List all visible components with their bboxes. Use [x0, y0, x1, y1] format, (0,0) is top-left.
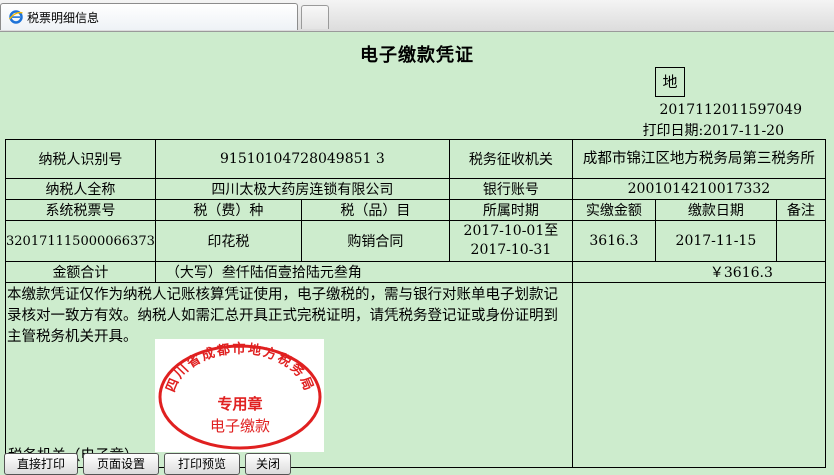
- page-title: 电子缴款凭证: [360, 45, 474, 66]
- region-mark: 地: [655, 67, 685, 97]
- header-pay-date: 缴款日期: [654, 199, 777, 221]
- header-ticket-no: 系统税票号: [5, 199, 156, 221]
- taxpayer-name-label: 纳税人全称: [5, 178, 156, 200]
- tab-tax-detail[interactable]: 税票明细信息: [0, 3, 298, 30]
- note-cell: 本缴款凭证仅作为纳税人记账核算凭证使用，电子缴税的，需与银行对账单电子划款记录核…: [5, 282, 573, 468]
- header-period: 所属时期: [448, 199, 573, 221]
- total-amount: ￥3616.3: [571, 261, 826, 283]
- print-date: 打印日期:2017-11-20: [642, 123, 784, 139]
- period-from: 2017-10-01至: [463, 223, 559, 239]
- button-bar: 直接打印 页面设置 打印预览 关闭: [0, 453, 834, 475]
- taxpayer-name: 四川太极大药房连锁有限公司: [154, 178, 450, 200]
- header-tax-type: 税（费）种: [154, 199, 302, 221]
- header-remark: 备注: [775, 199, 826, 221]
- pay-date: 2017-11-15: [654, 220, 777, 262]
- paid-amount: 3616.3: [571, 220, 656, 262]
- blank-cell: [571, 282, 826, 468]
- header-amount: 实缴金额: [571, 199, 656, 221]
- tab-bar: 税票明细信息: [0, 0, 834, 32]
- bank-label: 银行账号: [448, 178, 573, 200]
- tax-type: 印花税: [154, 220, 302, 262]
- taxpayer-id-label: 纳税人识别号: [5, 139, 156, 179]
- ticket-no: 320171115000066373: [5, 220, 156, 262]
- taxpayer-id: 91510104728049851 3: [154, 139, 450, 179]
- total-label: 金额合计: [5, 261, 156, 283]
- total-words: （大写）叁仟陆佰壹拾陆元叁角: [154, 261, 573, 283]
- print-preview-button[interactable]: 打印预览: [164, 453, 240, 475]
- print-button[interactable]: 直接打印: [4, 453, 78, 475]
- authority-label: 税务征收机关: [448, 139, 573, 179]
- ie-icon: [9, 10, 23, 24]
- seal-bottom-text: 电子缴款: [210, 417, 270, 435]
- tax-item: 购销合同: [300, 220, 450, 262]
- page-setup-button[interactable]: 页面设置: [83, 453, 159, 475]
- seal-center-text: 专用章: [217, 395, 262, 413]
- voucher-table: 纳税人识别号 91510104728049851 3 税务征收机关 成都市锦江区…: [5, 139, 826, 468]
- seal-stamp: 四川省成都市地方税务局 专用章 电子缴款: [158, 341, 322, 450]
- header-item: 税（品）目: [300, 199, 450, 221]
- close-button[interactable]: 关闭: [245, 453, 291, 475]
- period-to: 2017-10-31: [470, 242, 552, 258]
- seal-ring-text: 四川省成都市地方税务局: [164, 341, 317, 394]
- tax-period: 2017-10-01至 2017-10-31: [448, 220, 573, 262]
- remark: [775, 220, 826, 262]
- tab-title: 税票明细信息: [27, 11, 100, 25]
- seal-box: 四川省成都市地方税务局 专用章 电子缴款: [155, 339, 324, 452]
- new-tab-button[interactable]: [301, 5, 329, 29]
- serial-number: 2017112011597049: [659, 102, 802, 118]
- bank-account: 2001014210017332: [571, 178, 826, 200]
- authority: 成都市锦江区地方税务局第三税务所: [571, 139, 826, 179]
- total-words-text: （大写）叁仟陆佰壹拾陆元叁角: [165, 265, 362, 281]
